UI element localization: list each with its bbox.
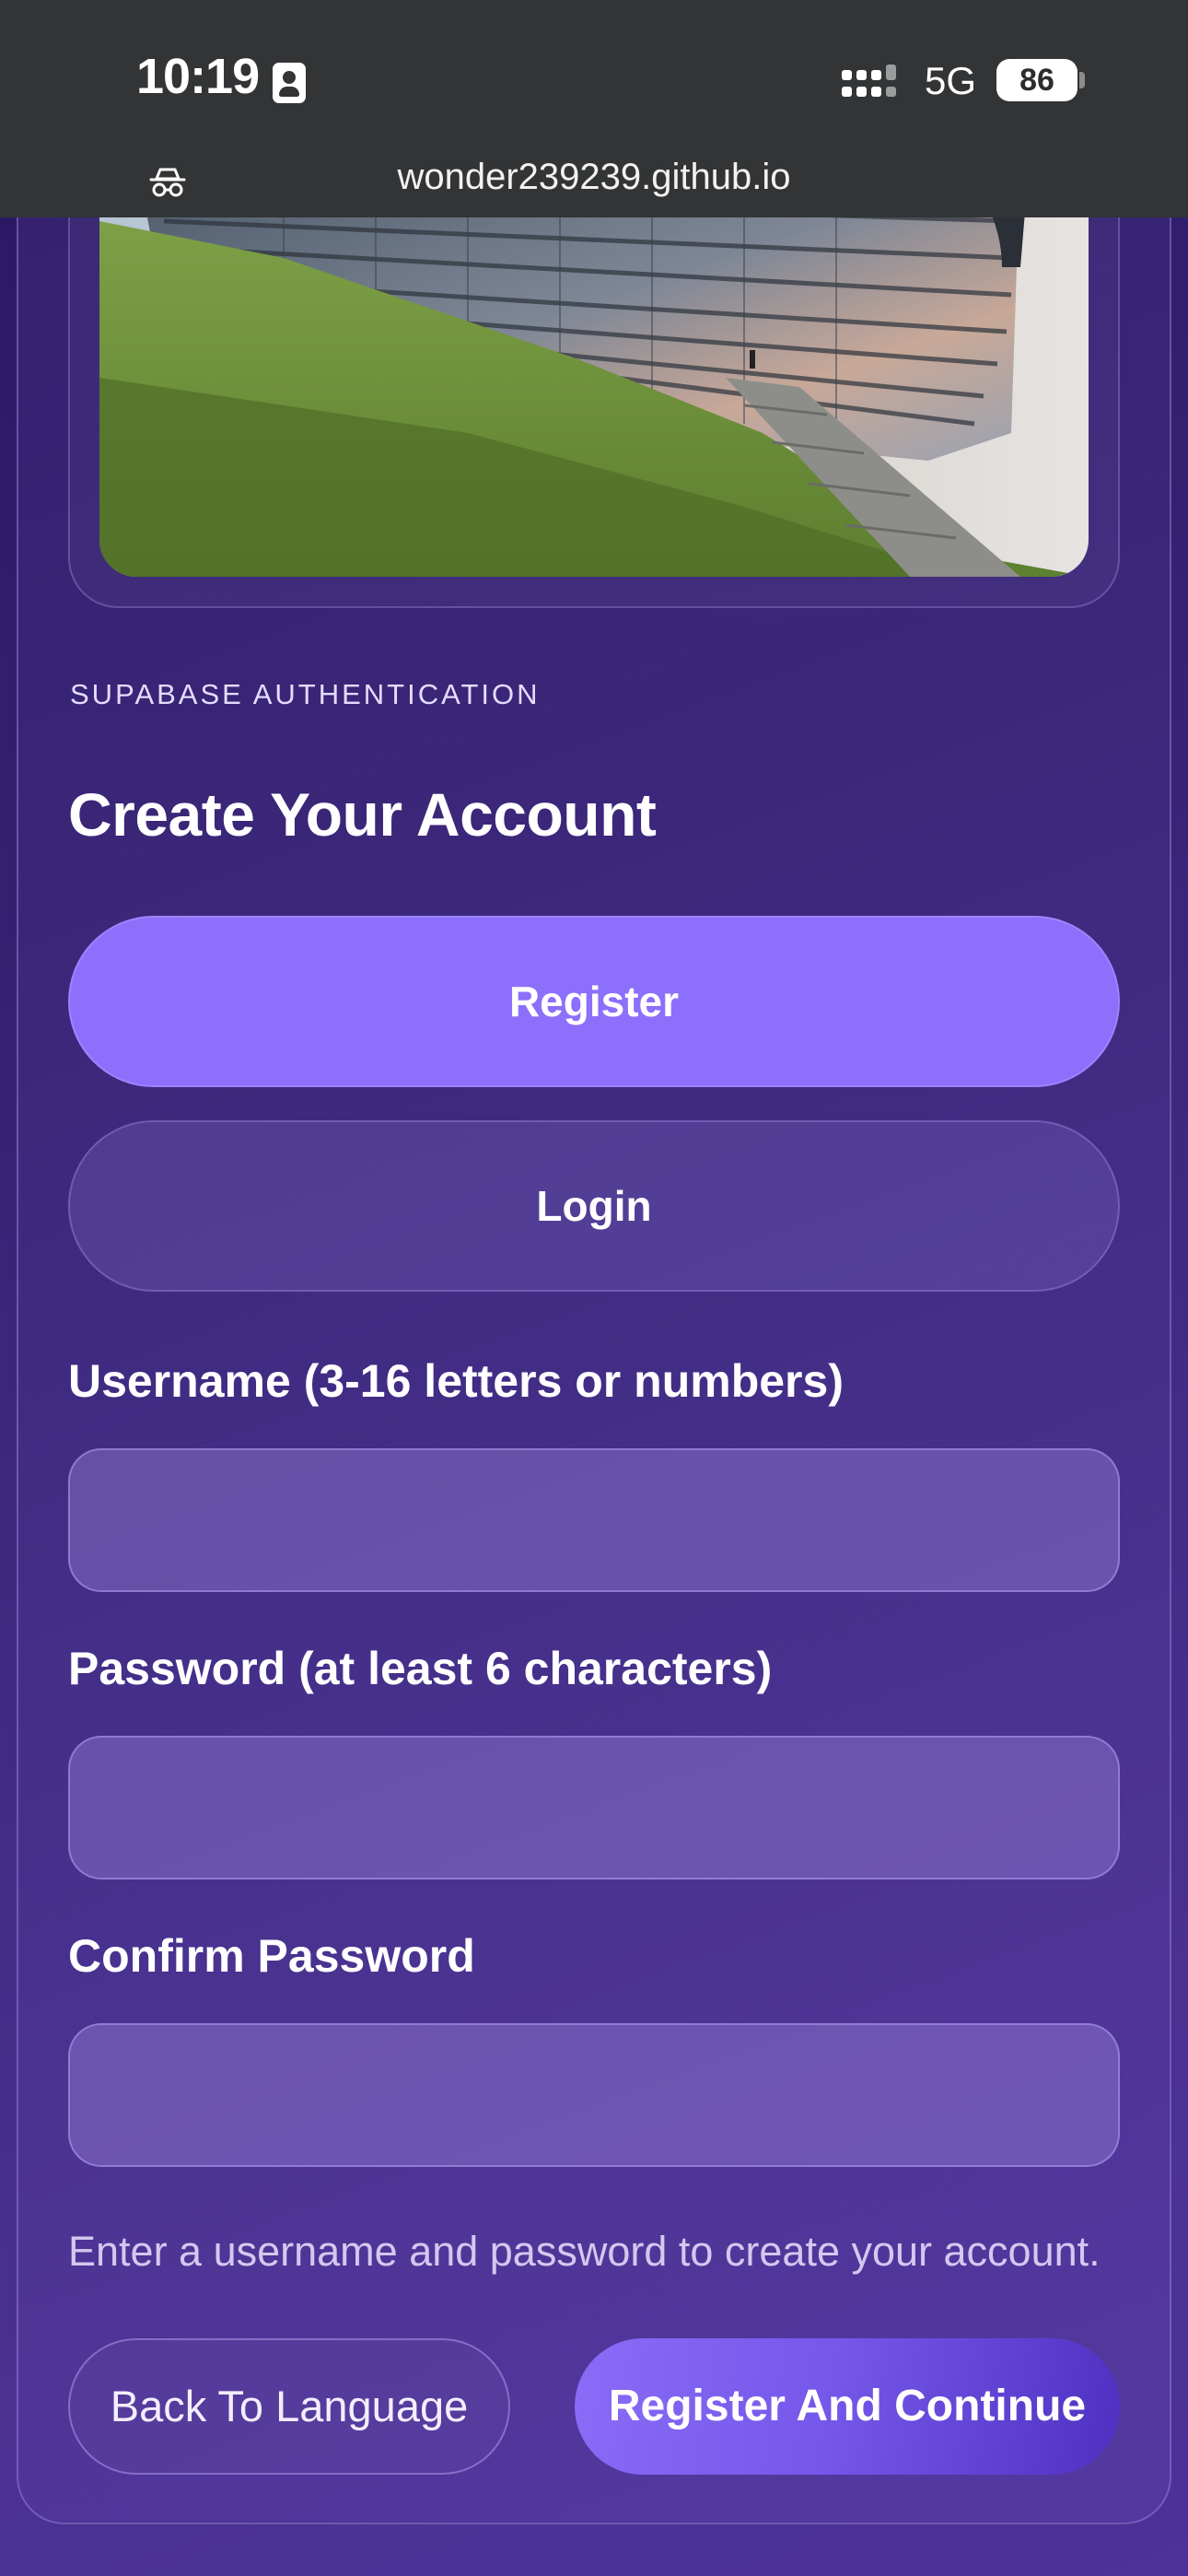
cellular-signal-icon: [842, 64, 906, 103]
contact-card-icon: [273, 63, 306, 103]
browser-top-bar: 10:19 5G 86 wonder239239.github.io: [0, 0, 1188, 217]
status-time: 10:19: [136, 49, 260, 104]
login-tab-button[interactable]: Login: [68, 1120, 1120, 1292]
network-type: 5G: [925, 59, 977, 102]
battery-tip-icon: [1079, 72, 1085, 88]
register-tab-button[interactable]: Register: [68, 916, 1120, 1087]
building-photo: [99, 157, 1089, 577]
app-screen: SUPABASE AUTHENTICATION Create Your Acco…: [0, 0, 1188, 2576]
page-title: Create Your Account: [68, 780, 657, 849]
confirm-password-input[interactable]: [68, 2023, 1120, 2167]
building-photo-illustration: [99, 157, 1089, 577]
battery-level: 86: [996, 59, 1077, 101]
register-and-continue-button[interactable]: Register And Continue: [575, 2338, 1120, 2475]
back-to-language-button[interactable]: Back To Language: [68, 2338, 510, 2475]
address-bar-url[interactable]: wonder239239.github.io: [0, 157, 1188, 198]
password-input[interactable]: [68, 1736, 1120, 1879]
auth-eyebrow: SUPABASE AUTHENTICATION: [70, 678, 541, 710]
confirm-password-label: Confirm Password: [68, 1930, 475, 1982]
username-label: Username (3-16 letters or numbers): [68, 1355, 844, 1407]
password-label: Password (at least 6 characters): [68, 1643, 773, 1694]
username-input[interactable]: [68, 1448, 1120, 1592]
form-hint: Enter a username and password to create …: [68, 2228, 1101, 2275]
